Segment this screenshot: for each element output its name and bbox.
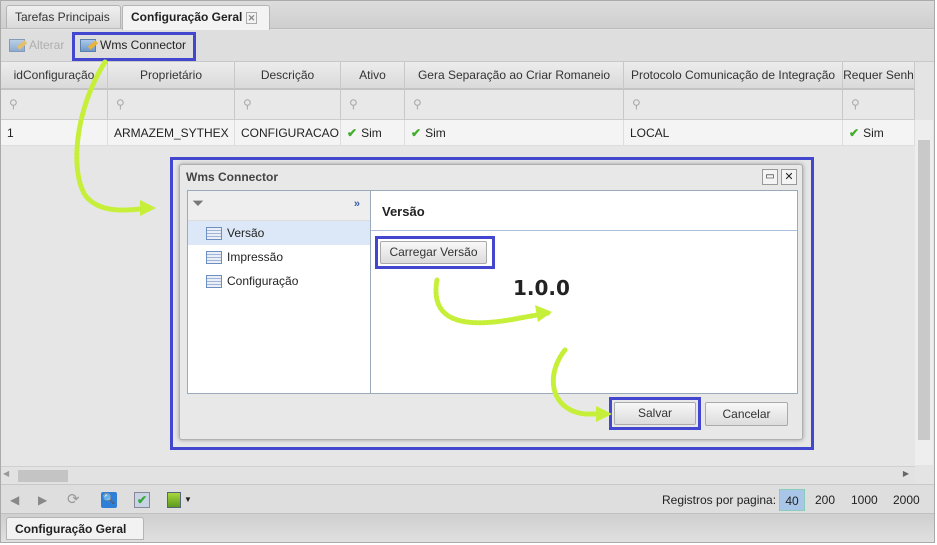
arrow-path <box>550 347 608 417</box>
arrow-path <box>74 59 153 213</box>
arrow-path <box>433 277 551 326</box>
arrowhead <box>535 305 552 322</box>
annotation-arrows <box>74 59 612 422</box>
arrowhead <box>140 200 156 216</box>
arrowhead <box>596 406 612 422</box>
